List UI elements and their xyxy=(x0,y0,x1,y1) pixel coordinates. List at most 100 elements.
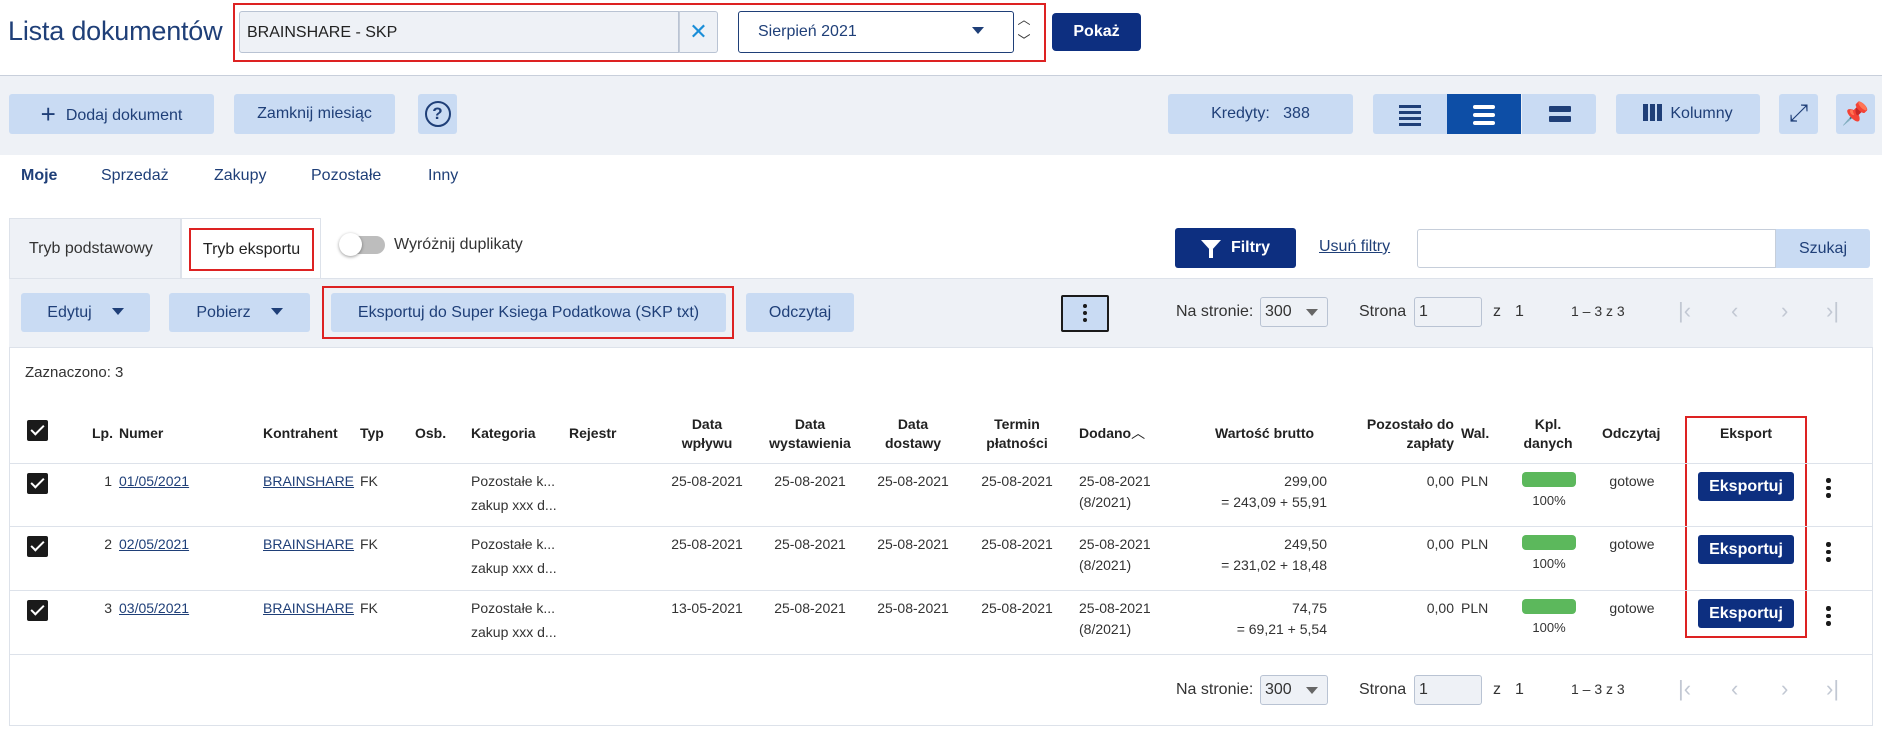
col-dodano[interactable]: Dodano︿ xyxy=(1079,424,1145,443)
month-down-arrow-icon[interactable]: ﹀ xyxy=(1017,34,1031,48)
tab-basic-mode[interactable]: Tryb podstawowy xyxy=(9,218,181,278)
month-up-arrow-icon[interactable]: ︿ xyxy=(1017,13,1031,27)
duplicates-label: Wyróżnij duplikaty xyxy=(394,236,523,253)
clear-company-button[interactable]: ✕ xyxy=(679,11,718,53)
col-kpl-danych[interactable]: Kpl. danych xyxy=(1513,415,1583,453)
col-data-dostawy[interactable]: Data dostawy xyxy=(866,415,960,453)
expand-button[interactable]: ⤢ xyxy=(1779,94,1818,134)
download-dropdown-button[interactable]: Pobierz xyxy=(169,293,310,332)
col-typ[interactable]: Typ xyxy=(360,424,384,443)
row-dodano: 25-08-2021 (8/2021) xyxy=(1079,471,1151,513)
col-pozostalo-line1: Pozostało do xyxy=(1366,416,1454,432)
col-numer[interactable]: Numer xyxy=(119,424,163,443)
row-export-button[interactable]: Eksportuj xyxy=(1698,535,1794,564)
col-waluta[interactable]: Wal. xyxy=(1461,424,1489,443)
col-osb[interactable]: Osb. xyxy=(415,424,446,443)
row-kpl-bar xyxy=(1522,535,1576,550)
close-icon: ✕ xyxy=(689,19,708,44)
col-kontrahent[interactable]: Kontrahent xyxy=(263,424,338,443)
col-wartosc-brutto[interactable]: Wartość brutto xyxy=(1215,424,1314,443)
row-more-button[interactable] xyxy=(1826,478,1831,501)
chevron-down-icon xyxy=(270,308,283,315)
per-page-select[interactable]: 300 xyxy=(1260,675,1328,705)
add-document-button[interactable]: + Dodaj dokument xyxy=(9,94,214,134)
row-kontrahent-link[interactable]: BRAINSHARE xyxy=(263,471,354,492)
clear-filters-link[interactable]: Usuń filtry xyxy=(1319,238,1390,256)
row-checkbox[interactable] xyxy=(27,473,48,494)
chevron-down-icon xyxy=(1306,309,1318,316)
page-input[interactable]: 1 xyxy=(1414,297,1482,327)
row-kontrahent-link[interactable]: BRAINSHARE xyxy=(263,534,354,555)
pin-button[interactable]: 📌 xyxy=(1836,94,1875,134)
credits-label: Kredyty: xyxy=(1211,105,1270,122)
tab-inny[interactable]: Inny xyxy=(428,167,458,185)
col-data-wystawienia[interactable]: Data wystawienia xyxy=(760,415,860,453)
company-input[interactable]: BRAINSHARE - SKP xyxy=(239,11,679,53)
row-numer-link[interactable]: 01/05/2021 xyxy=(119,471,189,492)
row-more-button[interactable] xyxy=(1826,542,1831,565)
tab-moje[interactable]: Moje xyxy=(21,167,57,185)
col-termin-platnosci[interactable]: Termin płatności xyxy=(968,415,1066,453)
col-rejestr[interactable]: Rejestr xyxy=(569,424,616,443)
per-page-value: 300 xyxy=(1265,681,1292,698)
prev-page-icon[interactable]: ‹ xyxy=(1731,298,1738,324)
page-input[interactable]: 1 xyxy=(1414,675,1482,705)
tab-zakupy[interactable]: Zakupy xyxy=(214,167,266,185)
prev-page-icon[interactable]: ‹ xyxy=(1731,676,1738,702)
row-export-button[interactable]: Eksportuj xyxy=(1698,472,1794,501)
compact-view-button[interactable] xyxy=(1373,94,1447,134)
columns-button[interactable]: Kolumny xyxy=(1616,94,1760,134)
row-numer-link[interactable]: 02/05/2021 xyxy=(119,534,189,555)
last-page-icon[interactable]: ›| xyxy=(1826,676,1839,702)
columns-label: Kolumny xyxy=(1670,105,1733,122)
per-page-select[interactable]: 300 xyxy=(1260,297,1328,327)
row-kontrahent-link[interactable]: BRAINSHARE xyxy=(263,598,354,619)
row-typ: FK xyxy=(360,536,378,552)
row-checkbox[interactable] xyxy=(27,536,48,557)
col-data-wplywu[interactable]: Data wpływu xyxy=(660,415,754,453)
col-odczytaj[interactable]: Odczytaj xyxy=(1602,424,1660,443)
more-actions-button[interactable] xyxy=(1061,295,1109,332)
edit-label: Edytuj xyxy=(47,304,92,321)
help-button[interactable]: ? xyxy=(418,94,457,134)
show-button[interactable]: Pokaż xyxy=(1052,13,1141,51)
row-data-wystawienia: 25-08-2021 xyxy=(774,536,846,552)
normal-view-button[interactable] xyxy=(1447,94,1521,134)
per-page-label: Na stronie: xyxy=(1176,303,1254,320)
edit-dropdown-button[interactable]: Edytuj xyxy=(21,293,150,332)
select-all-checkbox[interactable] xyxy=(27,420,48,441)
row-dodano-date: 25-08-2021 xyxy=(1079,600,1151,616)
large-view-button[interactable] xyxy=(1522,94,1596,134)
col-data-dost-line2: dostawy xyxy=(884,435,941,451)
first-page-icon[interactable]: |‹ xyxy=(1678,676,1691,702)
next-page-icon[interactable]: › xyxy=(1781,298,1788,324)
row-waluta: PLN xyxy=(1461,536,1489,552)
next-page-icon[interactable]: › xyxy=(1781,676,1788,702)
row-waluta: PLN xyxy=(1461,600,1489,616)
col-data-wyst-line1: Data xyxy=(794,416,826,432)
last-page-icon[interactable]: ›| xyxy=(1826,298,1839,324)
row-dodano-date: 25-08-2021 xyxy=(1079,536,1151,552)
tab-pozostale[interactable]: Pozostałe xyxy=(311,167,381,185)
close-month-button[interactable]: Zamknij miesiąc xyxy=(234,94,395,134)
first-page-icon[interactable]: |‹ xyxy=(1678,298,1691,324)
duplicates-toggle-knob[interactable] xyxy=(339,233,362,256)
col-kategoria[interactable]: Kategoria xyxy=(471,424,536,443)
row-checkbox[interactable] xyxy=(27,600,48,621)
tab-export-mode-label[interactable]: Tryb eksportu xyxy=(189,228,314,271)
search-input[interactable] xyxy=(1417,229,1776,268)
search-button[interactable]: Szukaj xyxy=(1776,229,1870,268)
col-pozostalo[interactable]: Pozostało do zapłaty xyxy=(1350,415,1454,453)
page-label: Strona xyxy=(1359,303,1407,320)
row-more-button[interactable] xyxy=(1826,606,1831,629)
export-skp-button[interactable]: Eksportuj do Super Ksiega Podatkowa (SKP… xyxy=(331,293,726,332)
filter-button[interactable]: Filtry xyxy=(1175,228,1296,268)
row-data-wplywu: 25-08-2021 xyxy=(671,536,743,552)
row-numer-link[interactable]: 03/05/2021 xyxy=(119,598,189,619)
read-button[interactable]: Odczytaj xyxy=(746,293,854,332)
panel-border-right xyxy=(1872,348,1873,726)
of-label: z xyxy=(1493,303,1501,320)
row-typ: FK xyxy=(360,600,378,616)
tab-sprzedaz[interactable]: Sprzedaż xyxy=(101,167,169,185)
row-export-button[interactable]: Eksportuj xyxy=(1698,599,1794,628)
